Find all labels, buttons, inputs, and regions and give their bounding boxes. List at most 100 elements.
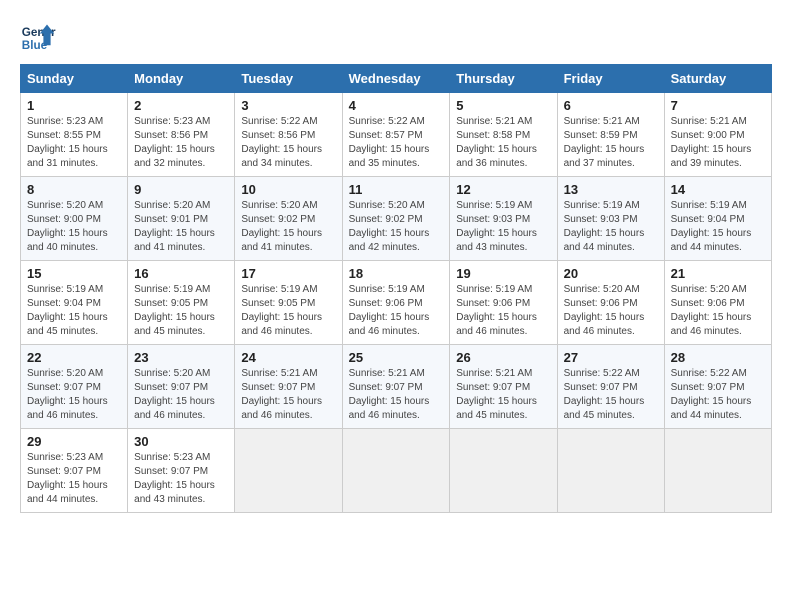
logo-icon: General Blue [20, 20, 56, 56]
day-cell-9: 9 Sunrise: 5:20 AMSunset: 9:01 PMDaylight… [128, 177, 235, 261]
day-number: 29 [27, 434, 121, 449]
empty-cell [450, 429, 557, 513]
day-cell-5: 5Sunrise: 5:21 AMSunset: 8:58 PMDaylight… [450, 93, 557, 177]
day-header-tuesday: Tuesday [235, 65, 342, 93]
day-cell-10: 10 Sunrise: 5:20 AMSunset: 9:02 PMDayligh… [235, 177, 342, 261]
day-number: 20 [564, 266, 658, 281]
day-number: 5 [456, 98, 550, 113]
day-cell-13: 13 Sunrise: 5:19 AMSunset: 9:03 PMDayligh… [557, 177, 664, 261]
empty-cell [342, 429, 450, 513]
day-cell-19: 19Sunrise: 5:19 AMSunset: 9:06 PMDayligh… [450, 261, 557, 345]
day-number: 3 [241, 98, 335, 113]
day-info: Sunrise: 5:19 AMSunset: 9:04 PMDaylight:… [27, 283, 121, 339]
empty-cell [557, 429, 664, 513]
day-cell-26: 26 Sunrise: 5:21 AMSunset: 9:07 PMDayligh… [450, 345, 557, 429]
day-info: Sunrise: 5:23 AMSunset: 8:55 PMDaylight:… [27, 115, 121, 171]
day-number: 25 [349, 350, 444, 365]
day-info: Sunrise: 5:19 AMSunset: 9:04 PMDaylight:… [671, 199, 765, 255]
day-cell-27: 27 Sunrise: 5:22 AMSunset: 9:07 PMDayligh… [557, 345, 664, 429]
day-cell-15: 15 Sunrise: 5:19 AMSunset: 9:04 PMDayligh… [21, 261, 128, 345]
day-info: Sunrise: 5:19 AMSunset: 9:05 PMDaylight:… [134, 283, 228, 339]
day-header-friday: Friday [557, 65, 664, 93]
calendar-table: SundayMondayTuesdayWednesdayThursdayFrid… [20, 64, 772, 513]
day-number: 19 [456, 266, 550, 281]
day-number: 4 [349, 98, 444, 113]
day-info: Sunrise: 5:23 AMSunset: 8:56 PMDaylight:… [134, 115, 228, 171]
week-row-1: 1 Sunrise: 5:23 AMSunset: 8:55 PMDaylight… [21, 93, 772, 177]
empty-cell [664, 429, 771, 513]
day-cell-8: 8 Sunrise: 5:20 AMSunset: 9:00 PMDaylight… [21, 177, 128, 261]
day-info: Sunrise: 5:20 AMSunset: 9:07 PMDaylight:… [27, 367, 121, 423]
day-info: Sunrise: 5:21 AMSunset: 9:07 PMDaylight:… [241, 367, 335, 423]
day-info: Sunrise: 5:20 AMSunset: 9:06 PMDaylight:… [671, 283, 765, 339]
day-info: Sunrise: 5:19 AMSunset: 9:06 PMDaylight:… [349, 283, 444, 339]
day-info: Sunrise: 5:20 AMSunset: 9:07 PMDaylight:… [134, 367, 228, 423]
day-info: Sunrise: 5:20 AMSunset: 9:02 PMDaylight:… [349, 199, 444, 255]
day-cell-12: 12 Sunrise: 5:19 AMSunset: 9:03 PMDayligh… [450, 177, 557, 261]
day-number: 8 [27, 182, 121, 197]
day-number: 26 [456, 350, 550, 365]
day-info: Sunrise: 5:19 AMSunset: 9:05 PMDaylight:… [241, 283, 335, 339]
day-cell-21: 21 Sunrise: 5:20 AMSunset: 9:06 PMDayligh… [664, 261, 771, 345]
day-info: Sunrise: 5:20 AMSunset: 9:00 PMDaylight:… [27, 199, 121, 255]
day-number: 1 [27, 98, 121, 113]
day-cell-2: 2 Sunrise: 5:23 AMSunset: 8:56 PMDaylight… [128, 93, 235, 177]
day-info: Sunrise: 5:20 AMSunset: 9:02 PMDaylight:… [241, 199, 335, 255]
day-info: Sunrise: 5:21 AMSunset: 9:07 PMDaylight:… [349, 367, 444, 423]
day-info: Sunrise: 5:22 AMSunset: 9:07 PMDaylight:… [564, 367, 658, 423]
day-header-thursday: Thursday [450, 65, 557, 93]
day-cell-18: 18 Sunrise: 5:19 AMSunset: 9:06 PMDayligh… [342, 261, 450, 345]
day-number: 7 [671, 98, 765, 113]
day-cell-14: 14 Sunrise: 5:19 AMSunset: 9:04 PMDayligh… [664, 177, 771, 261]
day-cell-3: 3Sunrise: 5:22 AMSunset: 8:56 PMDaylight… [235, 93, 342, 177]
day-cell-25: 25 Sunrise: 5:21 AMSunset: 9:07 PMDayligh… [342, 345, 450, 429]
day-number: 17 [241, 266, 335, 281]
day-header-sunday: Sunday [21, 65, 128, 93]
day-number: 18 [349, 266, 444, 281]
day-header-monday: Monday [128, 65, 235, 93]
day-info: Sunrise: 5:21 AMSunset: 9:00 PMDaylight:… [671, 115, 765, 171]
logo: General Blue [20, 20, 56, 56]
week-row-3: 15 Sunrise: 5:19 AMSunset: 9:04 PMDayligh… [21, 261, 772, 345]
day-number: 13 [564, 182, 658, 197]
day-number: 15 [27, 266, 121, 281]
day-info: Sunrise: 5:22 AMSunset: 9:07 PMDaylight:… [671, 367, 765, 423]
week-row-5: 29 Sunrise: 5:23 AMSunset: 9:07 PMDayligh… [21, 429, 772, 513]
day-cell-16: 16 Sunrise: 5:19 AMSunset: 9:05 PMDayligh… [128, 261, 235, 345]
day-header-saturday: Saturday [664, 65, 771, 93]
day-number: 12 [456, 182, 550, 197]
day-number: 16 [134, 266, 228, 281]
day-cell-17: 17 Sunrise: 5:19 AMSunset: 9:05 PMDayligh… [235, 261, 342, 345]
day-number: 21 [671, 266, 765, 281]
day-number: 2 [134, 98, 228, 113]
day-number: 9 [134, 182, 228, 197]
day-info: Sunrise: 5:22 AMSunset: 8:57 PMDaylight:… [349, 115, 444, 171]
day-cell-4: 4 Sunrise: 5:22 AMSunset: 8:57 PMDaylight… [342, 93, 450, 177]
day-number: 24 [241, 350, 335, 365]
day-info: Sunrise: 5:20 AMSunset: 9:06 PMDaylight:… [564, 283, 658, 339]
day-cell-29: 29Sunrise: 5:23 AMSunset: 9:07 PMDayligh… [21, 429, 128, 513]
day-info: Sunrise: 5:20 AMSunset: 9:01 PMDaylight:… [134, 199, 228, 255]
week-row-2: 8 Sunrise: 5:20 AMSunset: 9:00 PMDaylight… [21, 177, 772, 261]
day-number: 14 [671, 182, 765, 197]
day-cell-11: 11 Sunrise: 5:20 AMSunset: 9:02 PMDayligh… [342, 177, 450, 261]
day-info: Sunrise: 5:23 AMSunset: 9:07 PMDaylight:… [134, 451, 228, 507]
day-number: 28 [671, 350, 765, 365]
day-cell-6: 6Sunrise: 5:21 AMSunset: 8:59 PMDaylight… [557, 93, 664, 177]
days-header-row: SundayMondayTuesdayWednesdayThursdayFrid… [21, 65, 772, 93]
day-number: 27 [564, 350, 658, 365]
day-cell-7: 7 Sunrise: 5:21 AMSunset: 9:00 PMDaylight… [664, 93, 771, 177]
day-number: 11 [349, 182, 444, 197]
day-cell-22: 22Sunrise: 5:20 AMSunset: 9:07 PMDayligh… [21, 345, 128, 429]
day-number: 10 [241, 182, 335, 197]
day-number: 30 [134, 434, 228, 449]
day-info: Sunrise: 5:19 AMSunset: 9:03 PMDaylight:… [564, 199, 658, 255]
day-info: Sunrise: 5:19 AMSunset: 9:03 PMDaylight:… [456, 199, 550, 255]
day-cell-20: 20 Sunrise: 5:20 AMSunset: 9:06 PMDayligh… [557, 261, 664, 345]
day-cell-23: 23 Sunrise: 5:20 AMSunset: 9:07 PMDayligh… [128, 345, 235, 429]
day-header-wednesday: Wednesday [342, 65, 450, 93]
calendar-body: 1 Sunrise: 5:23 AMSunset: 8:55 PMDaylight… [21, 93, 772, 513]
day-number: 23 [134, 350, 228, 365]
day-info: Sunrise: 5:21 AMSunset: 9:07 PMDaylight:… [456, 367, 550, 423]
day-cell-1: 1 Sunrise: 5:23 AMSunset: 8:55 PMDaylight… [21, 93, 128, 177]
